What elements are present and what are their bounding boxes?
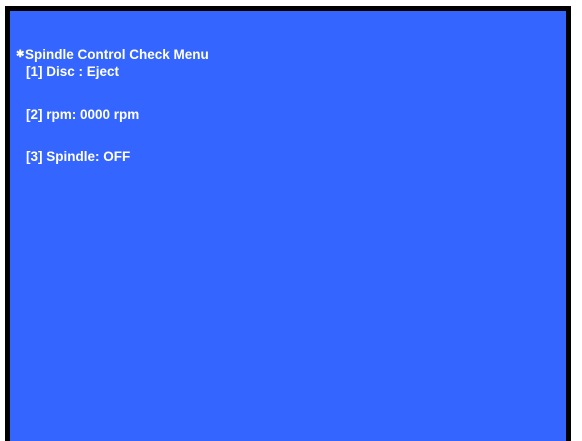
screen-frame: ✱ Spindle Control Check Menu [1] Disc : … [5,6,571,441]
menu-item-spindle-label: [3] Spindle: [26,149,104,164]
menu-item-spindle-value: OFF [103,149,131,164]
menu-item-disc[interactable]: [1] Disc : Eject [26,64,119,80]
menu-item-rpm-value: 0000 rpm [80,107,140,122]
menu-item-rpm-label: [2] rpm: [26,107,80,122]
spindle-control-menu: ✱ Spindle Control Check Menu [1] Disc : … [16,46,209,165]
menu-title-row: ✱ Spindle Control Check Menu [16,46,209,63]
menu-title: Spindle Control Check Menu [25,46,209,62]
menu-item-rpm[interactable]: [2] rpm: 0000 rpm [26,107,139,123]
menu-item-disc-label: [1] Disc : [26,64,87,79]
spindle-check-screen: ✱ Spindle Control Check Menu [1] Disc : … [10,11,566,441]
asterisk-bullet-icon: ✱ [16,48,25,60]
menu-item-spindle[interactable]: [3] Spindle: OFF [26,149,130,165]
menu-item-disc-value: Eject [86,64,120,79]
